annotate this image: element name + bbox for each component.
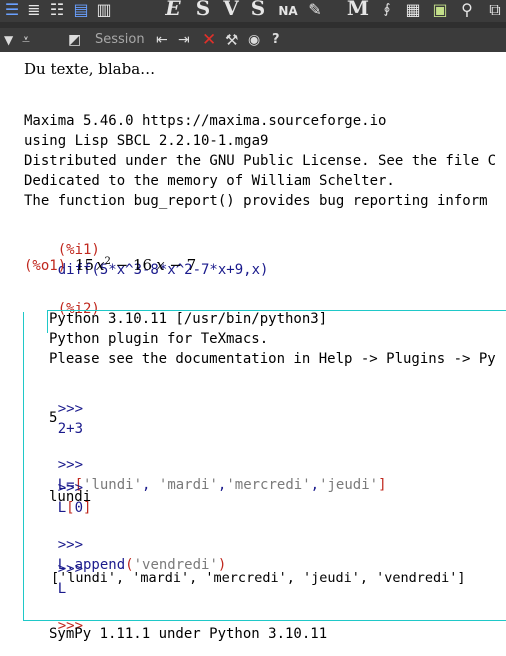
math-mode-icon[interactable]: M <box>346 0 370 19</box>
help-icon[interactable]: ? <box>272 28 280 52</box>
sample-icon[interactable]: S <box>247 0 269 19</box>
maxima-banner-line: Distributed under the GNU Public License… <box>24 153 497 169</box>
session-toolbar: ▼ ⩡ ◩ Session ⇤ ⇥ ✕ ⚒ ◉ ? <box>0 28 506 52</box>
align-left-icon[interactable]: ☰ <box>2 0 22 21</box>
maxima-banner-line: The function bug_report() provides bug r… <box>24 193 488 209</box>
image-icon[interactable]: ▣ <box>428 0 452 21</box>
format-toolbar: ☰ ≣ ☷ ▤ ▥ E S V S NA ✎ M ∮ ▦ ▣ ⚲ ⧉ <box>0 0 506 22</box>
output-var: x <box>96 256 105 274</box>
maxima-banner-line: Dedicated to the memory of William Schel… <box>24 173 395 189</box>
python-input-2[interactable]: >>> L=['lundi', 'mardi','mercredi','jeud… <box>24 435 387 493</box>
session-input-icon[interactable]: ◩ <box>68 28 81 52</box>
python-input-1[interactable]: >>> 2+3 <box>24 379 83 437</box>
maxima-banner-line: Maxima 5.46.0 https://maxima.sourceforge… <box>24 113 387 129</box>
bracket: ] <box>378 477 387 493</box>
comma: , <box>310 477 320 493</box>
python-prompt: >>> <box>57 401 84 417</box>
output-term: − 7 <box>164 256 197 274</box>
python-banner-line: Please see the documentation in Help -> … <box>49 351 496 367</box>
intro-paragraph: Du texte, blaba… <box>24 60 156 78</box>
python-output-3: lundi <box>49 489 92 505</box>
maxima-output-1: (%o1) 15 x2 − 16 x − 7 <box>24 252 197 274</box>
python-banner-line: Python plugin for TeXmacs. <box>49 331 269 347</box>
string-literal: 'lundi' <box>83 477 143 493</box>
table-icon[interactable]: ▦ <box>402 0 424 21</box>
description-list-icon[interactable]: ▥ <box>94 0 114 21</box>
dropdown-arrow-icon[interactable]: ▼ <box>4 28 13 52</box>
comma: , <box>142 477 159 493</box>
sympy-banner-line: SymPy 1.11.1 under Python 3.10.11 <box>49 626 328 642</box>
python-input-3[interactable]: >>> L[0] <box>24 458 92 516</box>
output-var: x <box>156 256 165 274</box>
python-banner-line: Python 3.10.11 [/usr/bin/python3] <box>49 311 328 327</box>
name-icon[interactable]: NA <box>276 0 300 22</box>
align-center-icon[interactable]: ≣ <box>24 0 44 21</box>
link-icon[interactable]: ⚲ <box>456 0 478 21</box>
pen-icon[interactable]: ✎ <box>304 0 326 21</box>
python-output-1: 5 <box>49 410 58 426</box>
numbered-list-icon[interactable]: ▤ <box>70 0 92 21</box>
verbatim-icon[interactable]: V <box>220 0 242 19</box>
output-coef: 15 <box>74 256 95 274</box>
maxima-input-2[interactable]: (%i2) <box>24 279 100 317</box>
session-label[interactable]: Session <box>95 28 145 52</box>
python-input-6[interactable]: >>> <box>24 596 83 634</box>
string-literal: 'mercredi' <box>226 477 311 493</box>
strong-icon[interactable]: S <box>192 0 214 19</box>
python-input-4[interactable]: >>> L.append('vendredi') <box>24 515 227 573</box>
maxima-banner-line: using Lisp SBCL 2.2.10-1.mga9 <box>24 133 269 149</box>
eye-icon[interactable]: ◉ <box>248 28 260 52</box>
delete-icon[interactable]: ✕ <box>202 28 216 52</box>
collapse-icon[interactable]: ⩡ <box>22 28 30 52</box>
symbol-icon[interactable]: ∮ <box>376 0 398 21</box>
document-area[interactable]: Du texte, blaba… Maxima 5.46.0 https://m… <box>0 52 506 642</box>
maxima-input-1[interactable]: (%i1) diff(5*x^3-8*x^2-7*x+9,x) <box>24 220 269 278</box>
wrench-icon[interactable]: ⚒ <box>225 28 238 52</box>
output-term: − 16 <box>110 256 153 274</box>
exit-field-icon[interactable]: ⇥ <box>178 28 190 52</box>
string-literal: 'jeudi' <box>319 477 379 493</box>
bullet-list-icon[interactable]: ☷ <box>46 0 68 21</box>
copy-icon[interactable]: ⧉ <box>484 0 506 21</box>
python-output-5: ['lundi', 'mardi', 'mercredi', 'jeudi', … <box>51 570 466 586</box>
python-input-5[interactable]: >>> L <box>24 539 83 597</box>
insert-field-icon[interactable]: ⇤ <box>156 28 168 52</box>
emphasize-icon[interactable]: E <box>162 0 184 19</box>
string-literal: 'mardi' <box>158 477 218 493</box>
maxima-output-prompt: (%o1) <box>24 258 67 274</box>
